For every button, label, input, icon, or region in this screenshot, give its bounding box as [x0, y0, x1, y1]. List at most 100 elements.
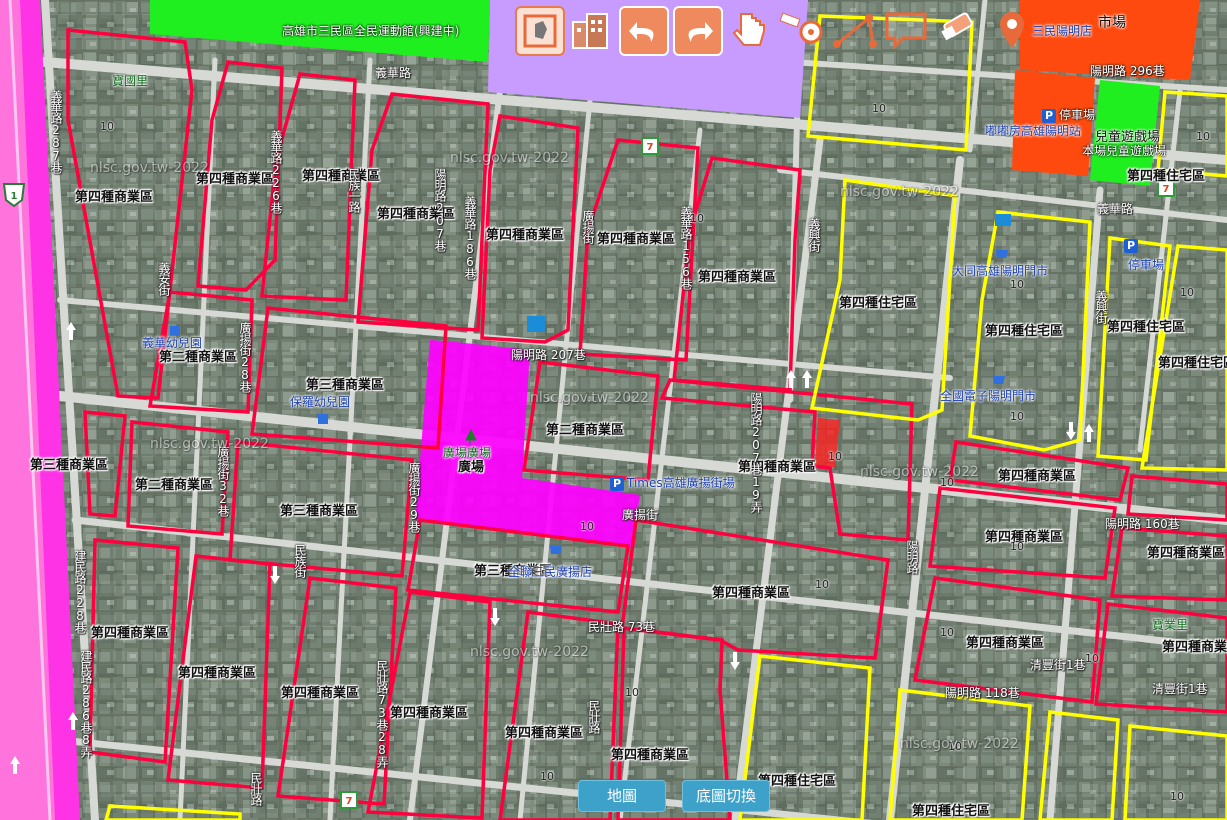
shopping-cart-icon: [550, 546, 562, 554]
route-shield-label: 1: [11, 191, 18, 202]
zone-label: 第四種商業區: [486, 228, 565, 243]
road-label: 清豐街1巷: [1152, 682, 1208, 696]
zone-label: 第四種商業區: [1147, 546, 1226, 561]
zone-label: 第四種商業區: [178, 666, 257, 681]
building-icon[interactable]: [567, 6, 613, 52]
watermark: nlsc.gov.tw-2022: [470, 644, 589, 660]
basemap-switch-button[interactable]: 底圖切換: [682, 780, 770, 812]
zone-label: 第四種商業區: [505, 726, 584, 741]
svg-text:7: 7: [1163, 184, 1170, 195]
poi-label[interactable]: 廣場廣場: [443, 444, 491, 461]
watermark: nlsc.gov.tw-2022: [900, 736, 1019, 752]
parking-icon: P: [610, 477, 624, 491]
map-button[interactable]: 地圖: [578, 780, 666, 812]
poi-label: 本場兒童遊戲場: [1082, 144, 1167, 158]
height-label: 10: [815, 578, 829, 591]
road-label: 陽明路 118巷: [945, 686, 1020, 700]
comment-icon[interactable]: [883, 6, 929, 52]
zone-label: 第四種商業區: [75, 190, 154, 205]
height-label: 10: [540, 770, 554, 783]
fullscreen-icon[interactable]: [515, 6, 565, 56]
height-label: 10: [580, 520, 594, 533]
poi-text: Times高雄廣揚街場: [627, 476, 735, 490]
road-label: 建民路228巷: [73, 550, 87, 633]
zone-label: 第四種住宅區: [1127, 169, 1206, 184]
road-label: 陽明路 296巷: [1090, 64, 1165, 78]
pointer-hand-icon[interactable]: [727, 6, 773, 52]
poi-label[interactable]: P 停車場: [1042, 106, 1095, 123]
road-label: 陽明路: [905, 540, 919, 573]
road-label: 建民路286巷8弄: [79, 650, 93, 757]
road-label: 廣揚街: [622, 508, 659, 522]
zone-label: 第四種商業區: [91, 626, 170, 641]
height-label: 10: [872, 102, 886, 115]
poi-label[interactable]: P: [1124, 238, 1141, 253]
svg-text:7: 7: [647, 142, 654, 153]
redo-icon[interactable]: [673, 6, 723, 56]
poi-label[interactable]: 義華幼兒園: [142, 334, 202, 351]
road-label: 陽明路207巷: [433, 168, 447, 251]
poi-label[interactable]: 嘟嘟房高雄陽明站: [985, 122, 1081, 139]
road-label: 陽明路 160巷: [1105, 517, 1180, 531]
height-label: 10: [940, 626, 954, 639]
road-label: 清豐街1巷: [1030, 658, 1086, 672]
poi-label[interactable]: 高雄市三民區全民運動館(興建中): [282, 22, 459, 39]
poi-label[interactable]: 全聯三民廣揚店: [508, 563, 592, 580]
zone-label: 第三種商業區: [280, 504, 359, 519]
road-label: 陽明路207巷19弄: [749, 392, 763, 512]
road-label: 義安街: [157, 262, 171, 295]
poi-label[interactable]: P Times高雄廣揚街場: [610, 474, 735, 491]
shopping-cart-icon: [993, 376, 1005, 384]
watermark: nlsc.gov.tw-2022: [860, 464, 979, 480]
zone-label: 第四種商業區: [985, 530, 1064, 545]
road-label: 民壯路73巷28弄: [375, 660, 389, 767]
road-label: 民壯路 73巷: [588, 620, 656, 634]
height-label: 10: [1085, 652, 1099, 665]
road-label: 廣揚街32巷: [216, 446, 230, 516]
height-label: 10: [1010, 410, 1024, 423]
poi-label: 寶國里: [112, 74, 149, 88]
supermarket-icon: [995, 214, 1011, 226]
height-label: 10: [1010, 278, 1024, 291]
road-label: 民壯路: [587, 700, 601, 733]
polyline-icon[interactable]: [831, 6, 877, 52]
location-pin-icon[interactable]: [989, 6, 1035, 52]
zone-label: 第四種商業區: [698, 270, 777, 285]
poi-text: 停車場: [1059, 108, 1096, 122]
supermarket-icon: [527, 316, 545, 332]
zone-label: 第四種住宅區: [1107, 320, 1186, 335]
poi-label[interactable]: 三民陽明店: [1032, 22, 1092, 39]
height-label: 10: [625, 686, 639, 699]
svg-text:7: 7: [346, 796, 353, 807]
shopping-cart-icon: [996, 250, 1008, 258]
zone-label: 第四種住宅區: [839, 296, 918, 311]
poi-label[interactable]: 停車場: [1128, 256, 1164, 273]
height-label: 10: [1196, 130, 1210, 143]
road-label: 義華路186巷: [463, 196, 477, 279]
poi-label[interactable]: 保羅幼兒園: [290, 393, 350, 410]
watermark: nlsc.gov.tw-2022: [150, 436, 269, 452]
poi-label[interactable]: 大同高雄陽明門市: [952, 262, 1048, 279]
road-label: 廣揚街28巷: [238, 322, 252, 392]
zone-label: 第三種商業區: [306, 378, 385, 393]
measure-distance-icon[interactable]: [779, 6, 825, 52]
road-label: 義華路226巷: [269, 130, 283, 213]
road-label: 義華路287巷: [49, 90, 63, 173]
road-label: 廣揚街29巷: [407, 462, 421, 532]
zone-label: 第四種商業區: [611, 748, 690, 763]
watermark: nlsc.gov.tw-2022: [530, 390, 649, 406]
zone-label: 第四種商業區: [712, 586, 791, 601]
undo-icon[interactable]: [619, 6, 669, 56]
eraser-icon[interactable]: [935, 6, 981, 52]
height-label: 10: [690, 212, 704, 225]
zone-label: 第二種商業區: [135, 478, 214, 493]
poi-label[interactable]: 市場: [1098, 12, 1126, 32]
watermark: nlsc.gov.tw-2022: [450, 150, 569, 166]
road-label: 廣揚街: [581, 210, 595, 243]
poi-label[interactable]: 全國電子陽明門市: [940, 387, 1036, 404]
parking-icon: P: [1124, 239, 1138, 253]
road-label: 義華路: [1097, 202, 1134, 216]
zone-label: 第四種商業區: [998, 469, 1077, 484]
height-label: 10: [1180, 286, 1194, 299]
height-label: 10: [1170, 790, 1184, 803]
